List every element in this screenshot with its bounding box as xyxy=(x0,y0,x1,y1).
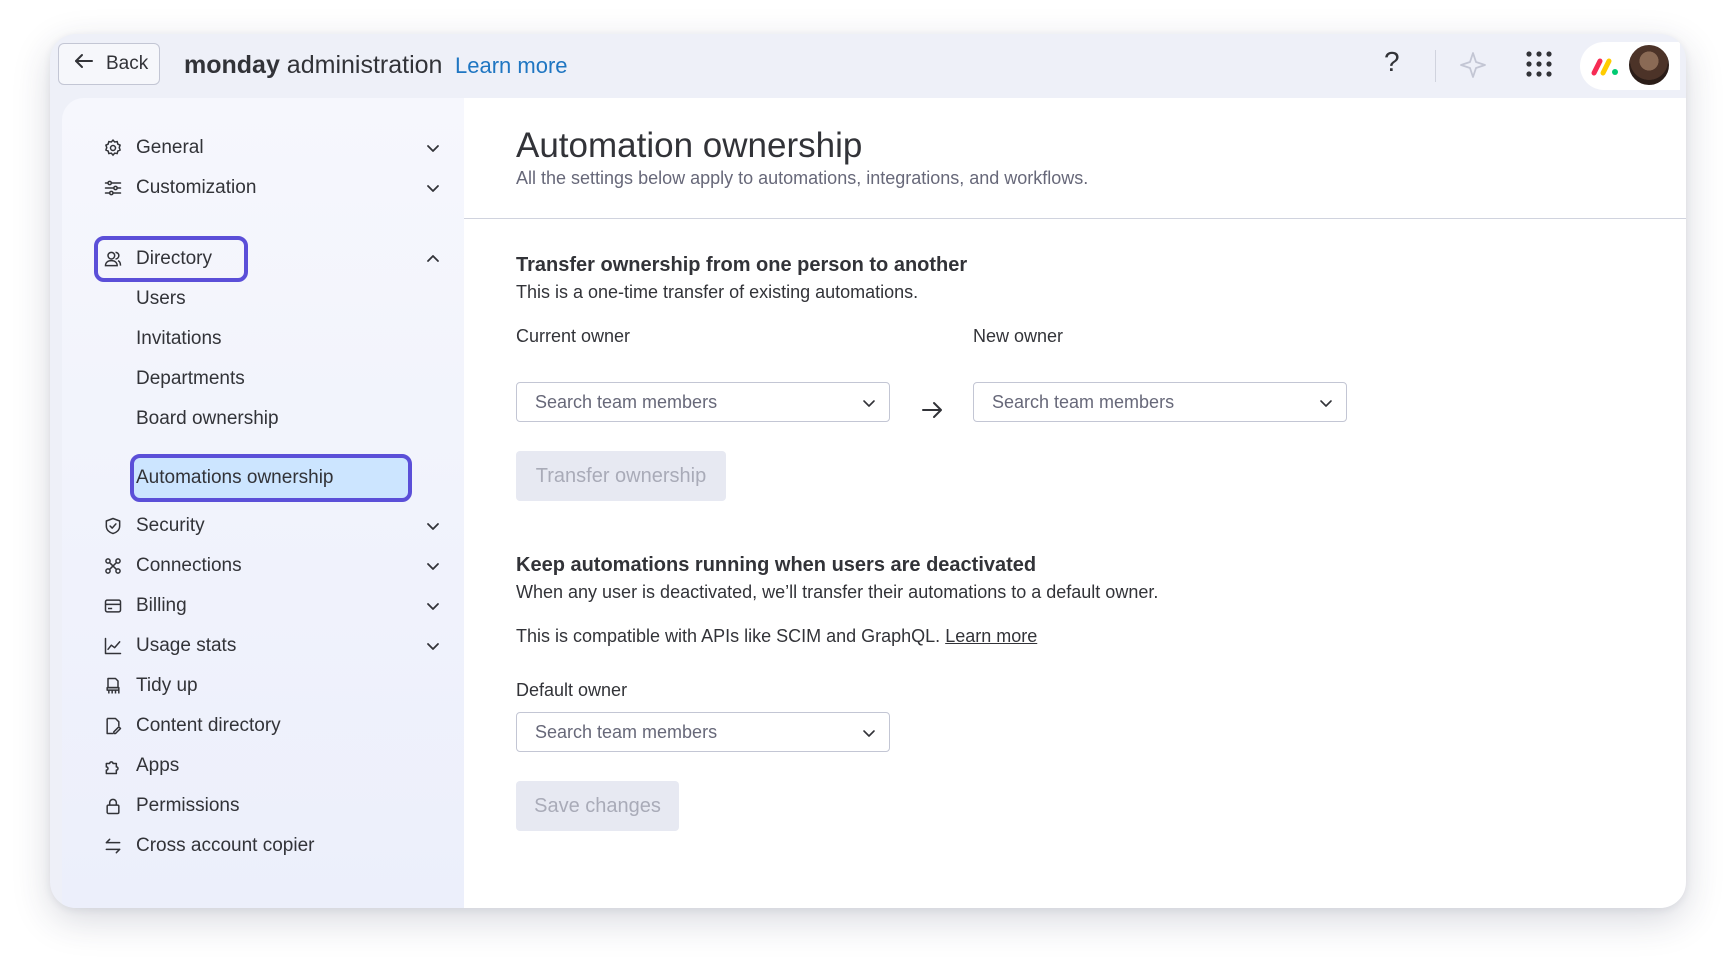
section-divider xyxy=(464,218,1686,219)
lock-icon xyxy=(102,795,124,817)
sidebar-item-apps[interactable]: Apps xyxy=(102,746,442,786)
sidebar-item-label: Security xyxy=(136,515,205,536)
current-owner-label: Current owner xyxy=(516,326,631,346)
sparkle-icon[interactable] xyxy=(1458,50,1488,80)
sidebar-item-label: Customization xyxy=(136,177,257,198)
chevron-down-icon[interactable] xyxy=(424,517,442,535)
sidebar-subitem-board-ownership[interactable]: Board ownership xyxy=(136,399,416,439)
people-icon xyxy=(102,248,124,270)
back-label: Back xyxy=(106,53,149,74)
sidebar-item-cross-account-copier[interactable]: Cross account copier xyxy=(102,826,442,866)
select-placeholder: Search team members xyxy=(535,391,718,412)
sidebar-item-directory[interactable]: Directory xyxy=(102,239,442,279)
default-owner-select[interactable]: Search team members xyxy=(516,712,890,752)
user-avatar[interactable] xyxy=(1627,43,1671,87)
chevron-down-icon[interactable] xyxy=(424,597,442,615)
app-title: monday administration xyxy=(184,51,442,80)
chevron-down-icon[interactable] xyxy=(424,139,442,157)
sidebar-item-label: Connections xyxy=(136,555,242,576)
sidebar-item-label: Apps xyxy=(136,755,180,776)
apps-grid-icon[interactable] xyxy=(1524,49,1554,79)
sidebar-item-label: Permissions xyxy=(136,795,240,816)
monday-logo-icon xyxy=(1591,58,1618,76)
learn-more-link[interactable]: Learn more xyxy=(945,626,1037,646)
new-owner-select[interactable]: Search team members xyxy=(973,382,1347,422)
sidebar-item-label: Tidy up xyxy=(136,675,198,696)
sidebar-item-label: Cross account copier xyxy=(136,835,315,856)
sidebar-item-label: Billing xyxy=(136,595,187,616)
new-owner-label: New owner xyxy=(973,326,1064,346)
compat-label: This is compatible with APIs like SCIM a… xyxy=(516,626,941,646)
select-placeholder: Search team members xyxy=(992,391,1175,412)
learn-more-link[interactable]: Learn more xyxy=(455,53,568,79)
sidebar-item-content-directory[interactable]: Content directory xyxy=(102,706,442,746)
puzzle-icon xyxy=(102,755,124,777)
sidebar-subitem-invitations[interactable]: Invitations xyxy=(136,319,416,359)
chevron-down-icon xyxy=(863,730,875,737)
sidebar-item-permissions[interactable]: Permissions xyxy=(102,786,442,826)
current-owner-select[interactable]: Search team members xyxy=(516,382,890,422)
sidebar-item-billing[interactable]: Billing xyxy=(102,586,442,626)
main-content: Automation ownership All the settings be… xyxy=(464,98,1686,908)
sidebar-item-usage-stats[interactable]: Usage stats xyxy=(102,626,442,666)
sidebar-item-customization[interactable]: Customization xyxy=(102,168,442,208)
sidebar-item-label: Directory xyxy=(136,248,213,269)
brand-rest: administration xyxy=(279,51,443,79)
chevron-down-icon xyxy=(1320,400,1332,407)
app-window: Back monday administration Learn more ? … xyxy=(50,34,1686,908)
shield-icon xyxy=(102,515,124,537)
arrow-left-icon xyxy=(72,49,96,79)
sidebar-item-security[interactable]: Security xyxy=(102,506,442,546)
sidebar-item-connections[interactable]: Connections xyxy=(102,546,442,586)
broom-icon xyxy=(102,675,124,697)
connections-icon xyxy=(102,555,124,577)
swap-icon xyxy=(102,835,124,857)
sliders-icon xyxy=(102,177,124,199)
top-bar: Back monday administration Learn more ? xyxy=(50,34,1686,98)
chevron-down-icon[interactable] xyxy=(424,637,442,655)
sidebar: General Customization Directory Users In… xyxy=(62,98,464,908)
save-changes-button[interactable]: Save changes xyxy=(516,781,679,831)
page-title: Automation ownership xyxy=(516,126,863,165)
deactivated-section-title: Keep automations running when users are … xyxy=(516,554,1037,576)
default-owner-label: Default owner xyxy=(516,680,628,700)
sidebar-item-tidy-up[interactable]: Tidy up xyxy=(102,666,442,706)
sidebar-subitem-users[interactable]: Users xyxy=(136,279,416,319)
sidebar-item-general[interactable]: General xyxy=(102,128,442,168)
sidebar-item-label: General xyxy=(136,137,204,158)
sidebar-subitem-departments[interactable]: Departments xyxy=(136,359,416,399)
chevron-down-icon xyxy=(863,400,875,407)
content-icon xyxy=(102,715,124,737)
sidebar-subitem-automations-ownership[interactable]: Automations ownership xyxy=(136,458,416,498)
compat-text: This is compatible with APIs like SCIM a… xyxy=(516,626,1037,647)
sidebar-item-label: Content directory xyxy=(136,715,281,736)
deactivated-section-text: When any user is deactivated, we’ll tran… xyxy=(516,582,1159,602)
brand-bold: monday xyxy=(184,51,280,79)
arrow-right-icon xyxy=(922,402,942,418)
divider xyxy=(1435,50,1436,82)
page-subtitle: All the settings below apply to automati… xyxy=(516,168,1089,188)
chart-icon xyxy=(102,635,124,657)
transfer-section-text: This is a one-time transfer of existing … xyxy=(516,282,919,302)
chevron-down-icon[interactable] xyxy=(424,557,442,575)
help-icon[interactable]: ? xyxy=(1384,46,1400,78)
transfer-ownership-button[interactable]: Transfer ownership xyxy=(516,451,726,501)
back-button[interactable]: Back xyxy=(58,43,160,85)
gear-icon xyxy=(102,137,124,159)
card-icon xyxy=(102,595,124,617)
transfer-section-title: Transfer ownership from one person to an… xyxy=(516,254,968,276)
select-placeholder: Search team members xyxy=(535,721,718,742)
sidebar-item-label: Usage stats xyxy=(136,635,237,656)
chevron-down-icon[interactable] xyxy=(424,179,442,197)
chevron-up-icon[interactable] xyxy=(424,250,442,268)
